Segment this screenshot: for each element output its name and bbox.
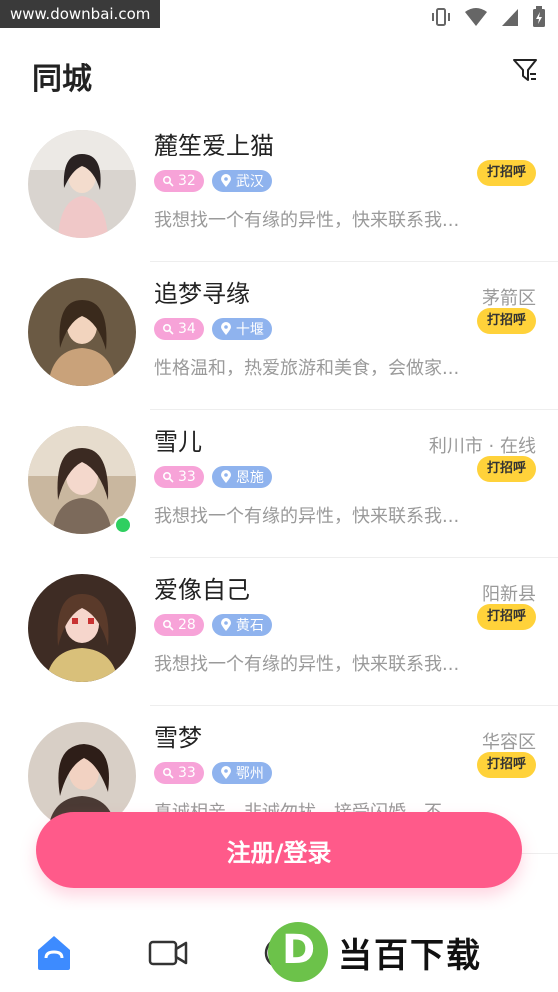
user-item[interactable]: 追梦寻缘 茅箭区 34 十堰 打招呼 性格温和，热爱旅游和美食，会做家... [0,262,558,410]
status-icons [430,6,546,28]
greet-button[interactable]: 打招呼 [476,752,536,778]
age-tag: 34 [154,318,204,340]
city-tag: 恩施 [211,466,272,488]
user-item[interactable]: 麓笙爱上猫 32 武汉 打招呼 我想找一个有缘的异性，快来联系我... [0,114,558,262]
age-tag: 33 [154,466,204,488]
filter-icon [513,59,537,81]
gender-icon [162,767,174,779]
user-name: 雪梦 [154,724,202,752]
greet-button[interactable]: 打招呼 [476,604,536,630]
location-pin-icon [220,174,231,187]
user-item[interactable]: 爱像自己 阳新县 28 黄石 打招呼 我想找一个有缘的异性，快来联系我... [0,558,558,706]
city-tag: 鄂州 [211,762,272,784]
page-title: 同城 [32,62,92,97]
video-icon [148,940,188,966]
age-value: 33 [178,765,196,781]
status-bar: www.downbai.com [0,0,558,34]
user-item[interactable]: 雪儿 利川市 · 在线 33 恩施 打招呼 我想找一个有缘的异性，快来联系我..… [0,410,558,558]
gender-icon [162,323,174,335]
age-tag: 28 [154,614,204,636]
brand-watermark: D 当百下载 [268,922,550,982]
brand-text: 当百下载 [338,935,482,976]
avatar[interactable] [28,130,136,238]
user-location: 茅箭区 [482,288,536,309]
battery-icon [533,6,545,27]
user-name: 麓笙爱上猫 [154,132,274,160]
user-tags: 34 十堰 [154,318,272,340]
signal-icon [502,9,518,26]
vibrate-icon [432,8,450,26]
city-value: 恩施 [235,470,264,486]
user-name: 爱像自己 [154,576,250,604]
user-location: 华容区 [482,732,536,753]
user-intro: 性格温和，热爱旅游和美食，会做家... [154,358,460,379]
tab-home[interactable] [30,928,78,976]
brand-logo-letter: D [282,927,316,973]
user-name: 雪儿 [154,428,202,456]
age-value: 28 [178,617,196,633]
avatar[interactable] [28,278,136,386]
city-value: 鄂州 [235,766,264,782]
home-icon [38,936,70,970]
city-value: 黄石 [235,618,264,634]
age-tag: 33 [154,762,204,784]
user-tags: 33 恩施 [154,466,272,488]
age-tag: 32 [154,170,204,192]
user-tags: 28 黄石 [154,614,272,636]
user-tags: 32 武汉 [154,170,272,192]
age-value: 32 [178,173,196,189]
city-value: 武汉 [235,174,264,190]
avatar[interactable] [28,574,136,682]
location-pin-icon [220,470,231,483]
location-pin-icon [220,618,231,631]
age-value: 34 [178,321,196,337]
location-pin-icon [220,322,231,335]
filter-button[interactable] [510,54,542,86]
city-value: 十堰 [235,322,264,338]
age-value: 33 [178,469,196,485]
greet-button[interactable]: 打招呼 [476,308,536,334]
gender-icon [162,175,174,187]
register-login-button[interactable]: 注册/登录 [36,812,522,888]
city-tag: 武汉 [211,170,272,192]
header: 同城 [0,50,558,100]
user-location: 利川市 · 在线 [428,436,536,457]
city-tag: 十堰 [211,318,272,340]
location-pin-icon [220,766,231,779]
user-list: 麓笙爱上猫 32 武汉 打招呼 我想找一个有缘的异性，快来联系我... 追梦寻缘… [0,114,558,854]
user-tags: 33 鄂州 [154,762,272,784]
user-name: 追梦寻缘 [154,280,250,308]
watermark: www.downbai.com [0,0,161,28]
tab-video[interactable] [144,928,192,976]
gender-icon [162,619,174,631]
greet-button[interactable]: 打招呼 [476,456,536,482]
gender-icon [162,471,174,483]
wifi-icon [465,8,487,26]
user-intro: 我想找一个有缘的异性，快来联系我... [154,210,460,231]
user-intro: 我想找一个有缘的异性，快来联系我... [154,506,460,527]
brand-logo: D [268,922,328,982]
user-location: 阳新县 [482,584,536,605]
online-indicator [114,516,132,534]
user-intro: 我想找一个有缘的异性，快来联系我... [154,654,460,675]
greet-button[interactable]: 打招呼 [476,160,536,186]
city-tag: 黄石 [211,614,272,636]
